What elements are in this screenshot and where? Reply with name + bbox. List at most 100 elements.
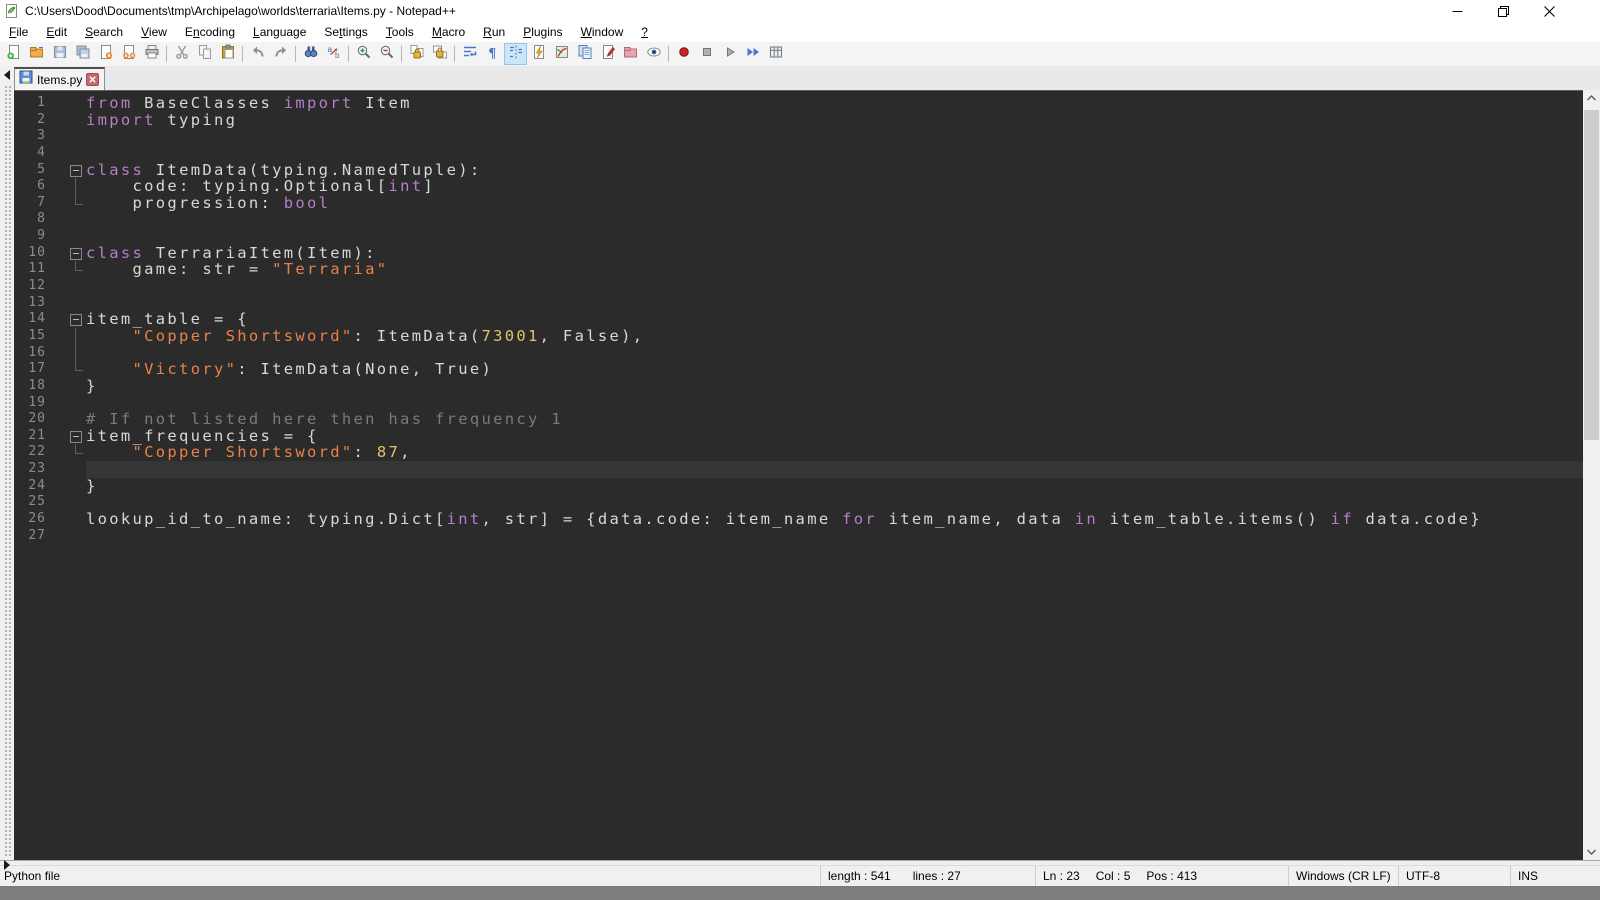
copy-button[interactable] — [193, 43, 216, 65]
code-line-27[interactable]: 27 — [14, 528, 1583, 545]
fold-collapse-icon[interactable] — [50, 428, 86, 445]
save-all-button[interactable] — [71, 43, 94, 65]
collapse-left-icon[interactable] — [4, 70, 10, 80]
code-line-16[interactable]: 16 — [14, 345, 1583, 362]
code-text — [86, 395, 1583, 412]
code-line-1[interactable]: 1from BaseClasses import Item — [14, 95, 1583, 112]
code-line-13[interactable]: 13 — [14, 295, 1583, 312]
code-line-22[interactable]: 22 "Copper Shortsword": 87, — [14, 444, 1583, 461]
minimize-button[interactable] — [1434, 0, 1480, 22]
macro-play-button[interactable] — [718, 43, 741, 65]
show-all-characters-button[interactable]: ¶ — [481, 43, 504, 65]
zoom-in-button[interactable] — [352, 43, 375, 65]
sync-horizontal-button[interactable] — [428, 43, 451, 65]
code-line-10[interactable]: 10class TerrariaItem(Item): — [14, 245, 1583, 262]
paste-button[interactable] — [216, 43, 239, 65]
code-line-9[interactable]: 9 — [14, 228, 1583, 245]
fold-margin — [50, 128, 86, 145]
sync-vertical-button[interactable] — [405, 43, 428, 65]
code-editor[interactable]: 1from BaseClasses import Item2import typ… — [14, 90, 1583, 860]
scroll-up-icon[interactable] — [1583, 90, 1600, 107]
fold-collapse-icon[interactable] — [50, 162, 86, 179]
indent-guide-button[interactable] — [504, 43, 527, 65]
find-button[interactable] — [299, 43, 322, 65]
menu-file[interactable]: File — [0, 23, 37, 41]
menu-macro[interactable]: Macro — [423, 23, 474, 41]
code-text: "Victory": ItemData(None, True) — [86, 361, 1583, 378]
close-all-button[interactable] — [117, 43, 140, 65]
tab-close-icon[interactable] — [86, 73, 99, 86]
cut-button[interactable] — [170, 43, 193, 65]
macro-stop-button[interactable] — [695, 43, 718, 65]
word-wrap-button[interactable] — [458, 43, 481, 65]
menu-settings[interactable]: Settings — [315, 23, 376, 41]
menu-edit[interactable]: Edit — [37, 23, 76, 41]
restore-button[interactable] — [1480, 0, 1526, 22]
scroll-down-icon[interactable] — [1583, 843, 1600, 860]
document-map-button[interactable] — [550, 43, 573, 65]
code-line-26[interactable]: 26lookup_id_to_name: typing.Dict[int, st… — [14, 511, 1583, 528]
code-line-2[interactable]: 2import typing — [14, 112, 1583, 129]
replace-button[interactable]: ab — [322, 43, 345, 65]
code-line-11[interactable]: 11 game: str = "Terraria" — [14, 261, 1583, 278]
status-eol-format: Windows (CR LF) — [1288, 866, 1398, 886]
new-file-button[interactable] — [2, 43, 25, 65]
document-monitor-button[interactable] — [642, 43, 665, 65]
code-line-6[interactable]: 6 code: typing.Optional[int] — [14, 178, 1583, 195]
menu-run[interactable]: Run — [474, 23, 514, 41]
document-list-button[interactable] — [573, 43, 596, 65]
open-file-button[interactable] — [25, 43, 48, 65]
scrollbar-thumb[interactable] — [1584, 110, 1599, 440]
menu-view[interactable]: View — [132, 23, 176, 41]
fold-collapse-icon[interactable] — [50, 245, 86, 262]
undo-button[interactable] — [246, 43, 269, 65]
code-line-18[interactable]: 18} — [14, 378, 1583, 395]
function-list-button[interactable] — [596, 43, 619, 65]
menu-help[interactable]: ? — [632, 23, 657, 41]
code-line-12[interactable]: 12 — [14, 278, 1583, 295]
fold-margin — [50, 195, 86, 212]
code-line-23[interactable]: 23 — [14, 461, 1583, 478]
print-button[interactable] — [140, 43, 163, 65]
fold-collapse-icon[interactable] — [50, 311, 86, 328]
menu-encoding[interactable]: Encoding — [176, 23, 244, 41]
code-line-17[interactable]: 17 "Victory": ItemData(None, True) — [14, 361, 1583, 378]
close-button[interactable] — [1526, 0, 1572, 22]
save-button[interactable] — [48, 43, 71, 65]
code-line-24[interactable]: 24} — [14, 478, 1583, 495]
editor-bottom-strip — [0, 860, 1600, 865]
code-text — [86, 145, 1583, 162]
menu-language[interactable]: Language — [244, 23, 315, 41]
code-line-3[interactable]: 3 — [14, 128, 1583, 145]
fold-margin — [50, 411, 86, 428]
code-line-21[interactable]: 21item_frequencies = { — [14, 428, 1583, 445]
menu-tools[interactable]: Tools — [377, 23, 423, 41]
zoom-out-button[interactable] — [375, 43, 398, 65]
code-line-15[interactable]: 15 "Copper Shortsword": ItemData(73001, … — [14, 328, 1583, 345]
line-number: 25 — [14, 494, 50, 511]
code-line-20[interactable]: 20# If not listed here then has frequenc… — [14, 411, 1583, 428]
vertical-scrollbar[interactable] — [1583, 90, 1600, 860]
code-line-7[interactable]: 7 progression: bool — [14, 195, 1583, 212]
redo-button[interactable] — [269, 43, 292, 65]
close-button[interactable] — [94, 43, 117, 65]
folder-as-workspace-button[interactable] — [619, 43, 642, 65]
macro-run-multiple-button[interactable] — [741, 43, 764, 65]
function-completion-button[interactable] — [527, 43, 550, 65]
code-text — [86, 461, 1583, 478]
macro-save-button[interactable] — [764, 43, 787, 65]
code-line-5[interactable]: 5class ItemData(typing.NamedTuple): — [14, 162, 1583, 179]
macro-record-button[interactable] — [672, 43, 695, 65]
line-number: 8 — [14, 211, 50, 228]
menu-search[interactable]: Search — [76, 23, 132, 41]
fold-margin — [50, 112, 86, 129]
code-line-25[interactable]: 25 — [14, 494, 1583, 511]
collapse-right-icon[interactable] — [4, 860, 10, 870]
code-line-14[interactable]: 14item_table = { — [14, 311, 1583, 328]
menu-window[interactable]: Window — [572, 23, 633, 41]
code-line-19[interactable]: 19 — [14, 395, 1583, 412]
tab-items-py[interactable]: Items.py — [14, 67, 105, 90]
menu-plugins[interactable]: Plugins — [514, 23, 571, 41]
code-line-4[interactable]: 4 — [14, 145, 1583, 162]
code-line-8[interactable]: 8 — [14, 211, 1583, 228]
